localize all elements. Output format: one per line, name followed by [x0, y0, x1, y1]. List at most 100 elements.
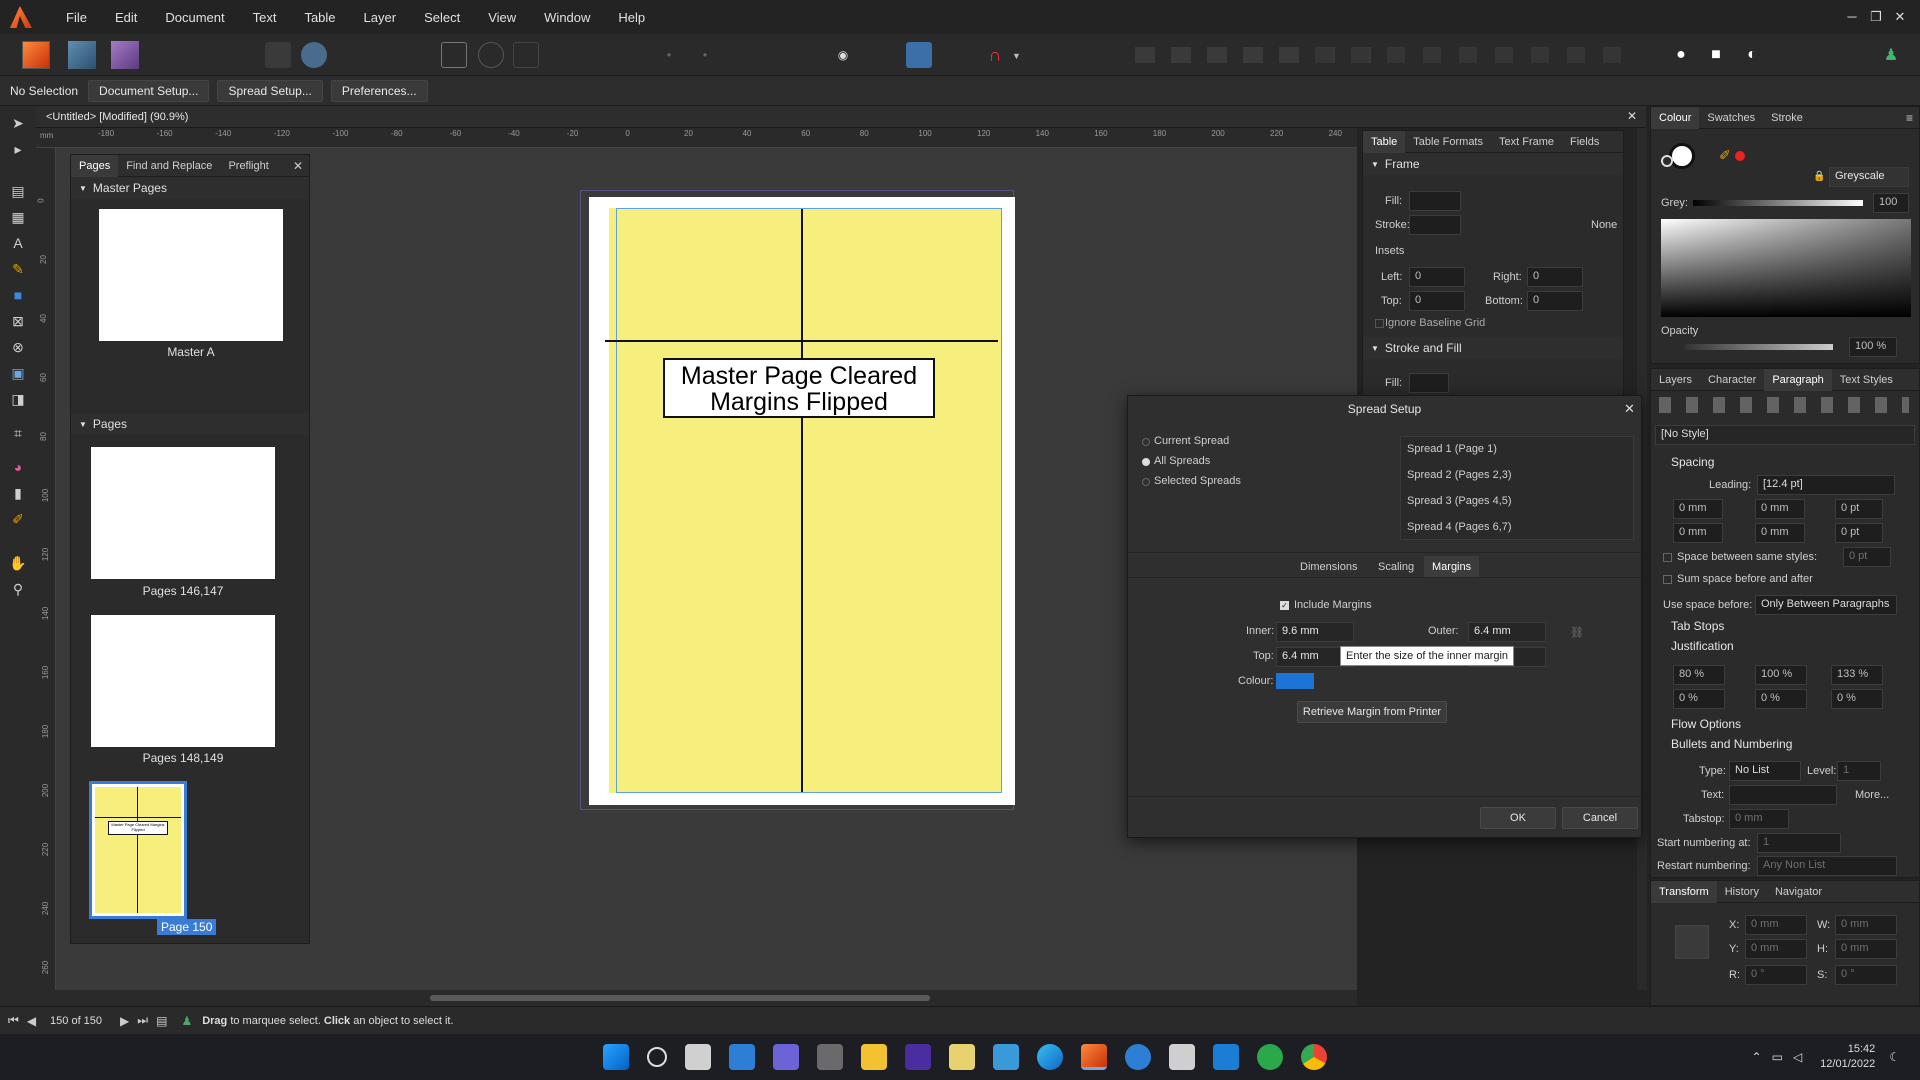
file-explorer-icon[interactable]: [861, 1044, 887, 1070]
assets-icon[interactable]: ●: [1668, 42, 1694, 68]
first-line-field[interactable]: 0 mm: [1673, 523, 1723, 543]
outer-field[interactable]: 6.4 mm: [1468, 622, 1546, 642]
lock-icon[interactable]: 🔒: [1813, 171, 1825, 182]
tab-navigator[interactable]: Navigator: [1767, 886, 1830, 898]
designer-persona-icon[interactable]: [68, 41, 96, 69]
space-after-field[interactable]: 0 pt: [1835, 523, 1883, 543]
tab-stroke[interactable]: Stroke: [1763, 112, 1811, 124]
previous-page-icon[interactable]: ◀: [27, 1014, 36, 1028]
restore-icon[interactable]: ❐: [1864, 9, 1888, 25]
letter-spacing-max[interactable]: 0 %: [1831, 689, 1883, 709]
page-text-frame[interactable]: Master Page Cleared Margins Flipped: [663, 358, 935, 418]
pages-header[interactable]: ▼ Pages: [71, 413, 309, 435]
store-icon[interactable]: [1213, 1044, 1239, 1070]
master-a-thumbnail[interactable]: [99, 209, 283, 341]
h-scroll-thumb[interactable]: [430, 995, 930, 1001]
tab-swatches[interactable]: Swatches: [1699, 112, 1763, 124]
menu-help[interactable]: Help: [604, 10, 659, 25]
notepad-icon[interactable]: [993, 1044, 1019, 1070]
tab-find-replace[interactable]: Find and Replace: [118, 160, 220, 172]
menu-document[interactable]: Document: [151, 10, 238, 25]
eyedropper-icon[interactable]: ✐: [1719, 147, 1731, 164]
thumb-pages-148-149[interactable]: [91, 615, 275, 747]
document-tab[interactable]: <Untitled> [Modified] (90.9%) ✕: [36, 106, 1646, 128]
publisher-persona-icon[interactable]: [22, 41, 50, 69]
flow-options-header[interactable]: Flow Options: [1671, 717, 1741, 731]
colour-field[interactable]: [1661, 219, 1911, 317]
zoom-tool-icon[interactable]: ⚲: [0, 576, 36, 602]
first-page-icon[interactable]: ⏮: [8, 1013, 19, 1028]
spread-item[interactable]: Spread 4 (Pages 6,7): [1407, 521, 1512, 533]
edge-icon[interactable]: [1037, 1044, 1063, 1070]
transparency-tool-icon[interactable]: ▮: [0, 480, 36, 506]
clock-time[interactable]: 15:42: [1820, 1042, 1876, 1057]
network-icon[interactable]: ▭: [1772, 1050, 1783, 1064]
word-spacing-max[interactable]: 133 %: [1831, 665, 1883, 685]
spreads-list[interactable]: Spread 1 (Page 1) Spread 2 (Pages 2,3) S…: [1400, 436, 1634, 540]
right-inset-field[interactable]: 0: [1527, 267, 1583, 287]
stroke-swatch-icon[interactable]: [1661, 155, 1673, 167]
menu-edit[interactable]: Edit: [101, 10, 151, 25]
more-button[interactable]: More...: [1855, 789, 1889, 801]
panel-menu-icon[interactable]: ≡: [1906, 111, 1919, 125]
colour-picker-tool-icon[interactable]: ✐: [0, 506, 36, 532]
app-icon[interactable]: [1169, 1044, 1195, 1070]
search-icon[interactable]: [647, 1047, 667, 1067]
stroke-field[interactable]: [1409, 215, 1461, 235]
ok-button[interactable]: OK: [1480, 807, 1556, 829]
preview-eye-icon[interactable]: ◉: [830, 42, 856, 68]
link-margins-icon[interactable]: ⛓: [1570, 626, 1584, 639]
spread-setup-button[interactable]: Spread Setup...: [217, 79, 323, 102]
place-image-tool-icon[interactable]: ▣: [0, 360, 36, 386]
menu-table[interactable]: Table: [290, 10, 349, 25]
radio-current-spread[interactable]: [1142, 438, 1150, 446]
spread-item[interactable]: Spread 2 (Pages 2,3): [1407, 469, 1512, 481]
thumb-page-150[interactable]: Master Page Cleared Margins Flipped: [89, 781, 187, 919]
tab-table[interactable]: Table: [1363, 130, 1406, 153]
picture-frame-tool-icon[interactable]: ⊠: [0, 308, 36, 334]
tab-text-frame[interactable]: Text Frame: [1491, 136, 1562, 148]
leading-field[interactable]: [12.4 pt]: [1757, 475, 1895, 495]
tab-stops-header[interactable]: Tab Stops: [1671, 619, 1724, 633]
margin-colour-swatch[interactable]: [1276, 673, 1314, 689]
crop-tool-icon[interactable]: ⌗: [0, 420, 36, 446]
vector-crop-tool-icon[interactable]: ◨: [0, 386, 36, 412]
tray-chevron-icon[interactable]: ⌃: [1752, 1050, 1762, 1064]
page-icon[interactable]: [441, 42, 467, 68]
include-margins-checkbox[interactable]: ✓: [1280, 601, 1289, 610]
photo-persona-icon[interactable]: [111, 41, 139, 69]
tab-colour[interactable]: Colour: [1651, 106, 1700, 129]
colour-wheel-icon[interactable]: ◐: [1739, 42, 1765, 68]
chrome-icon[interactable]: [1301, 1044, 1327, 1070]
letter-spacing-desired[interactable]: 0 %: [1755, 689, 1807, 709]
styles-icon[interactable]: ■: [1703, 42, 1729, 68]
grid-icon[interactable]: [513, 42, 539, 68]
panel-close-icon[interactable]: ✕: [293, 159, 309, 173]
tab-preflight[interactable]: Preflight: [220, 160, 276, 172]
menu-window[interactable]: Window: [530, 10, 604, 25]
snapping-magnet-icon[interactable]: ∩: [982, 42, 1008, 68]
inner-field[interactable]: 9.6 mm: [1276, 622, 1354, 642]
picked-colour-icon[interactable]: [1735, 151, 1745, 161]
rotation-field[interactable]: 0 °: [1745, 965, 1807, 985]
h-scroll-track[interactable]: [36, 990, 1357, 1006]
last-line-field[interactable]: 0 mm: [1755, 523, 1805, 543]
space-between-checkbox[interactable]: [1663, 553, 1672, 562]
bottom-inset-field[interactable]: 0: [1527, 291, 1583, 311]
move-tool-icon[interactable]: ➤: [0, 110, 36, 136]
justification-header[interactable]: Justification: [1671, 639, 1734, 653]
list-type-dropdown[interactable]: No List: [1729, 761, 1801, 781]
share-icon[interactable]: [265, 42, 291, 68]
pen-tool-icon[interactable]: ✎: [0, 256, 36, 282]
tab-history[interactable]: History: [1717, 886, 1767, 898]
tab-table-formats[interactable]: Table Formats: [1405, 136, 1491, 148]
last-page-icon[interactable]: ⏭: [137, 1013, 148, 1028]
settings-persona-icon[interactable]: [301, 42, 327, 68]
radio-selected-spreads[interactable]: [1142, 478, 1150, 486]
ellipse-frame-tool-icon[interactable]: ⊗: [0, 334, 36, 360]
pin-icon[interactable]: •: [656, 42, 682, 68]
radio-all-spreads[interactable]: [1142, 458, 1150, 466]
restart-numbering-dropdown[interactable]: Any Non List: [1757, 856, 1897, 876]
tab-margins[interactable]: Margins: [1424, 556, 1480, 578]
menu-view[interactable]: View: [474, 10, 530, 25]
